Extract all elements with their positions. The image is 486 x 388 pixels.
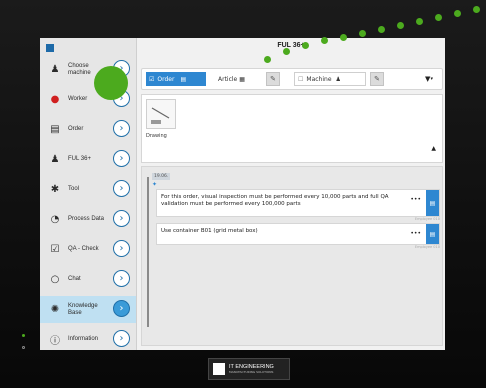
sidebar-item-label: Worker bbox=[68, 96, 88, 102]
brand-logo: IT ENGINEERING MANUFACTURING SOLUTIONS bbox=[208, 358, 290, 380]
edit-icon: ✎ bbox=[270, 75, 276, 83]
sidebar-item-knowledge-base[interactable]: ✺ Knowledge Base › bbox=[40, 296, 136, 323]
note-text: Use container B01 (grid metal box) bbox=[161, 228, 258, 234]
touch-trail-dot bbox=[321, 37, 328, 44]
sidebar-item-information[interactable]: ⓘ Information › bbox=[40, 326, 136, 350]
article-icon: ▦ bbox=[239, 75, 245, 83]
sidebar-item-qa-check[interactable]: ☑ QA - Check › bbox=[40, 236, 136, 263]
sidebar-item-label: Information bbox=[68, 336, 99, 342]
sidebar-item-chat[interactable]: ○ Chat › bbox=[40, 266, 136, 293]
power-led bbox=[22, 334, 25, 337]
filter-toolbar: ☑ Order ▤ Article ▦ ✎ ☐ Machine ♟ ✎ ▼ ▾ bbox=[141, 68, 443, 90]
checkbox-icon: ☐ bbox=[298, 75, 304, 83]
touch-trail-dot bbox=[264, 56, 271, 63]
notes-panel: 19.06. ✦ For this order, visual inspecti… bbox=[141, 166, 443, 346]
dial-icon: ◔ bbox=[50, 214, 60, 225]
sidebar-item-ful36[interactable]: ♟ FUL 36+ › bbox=[40, 146, 136, 173]
machine-edit-button[interactable]: ✎ bbox=[370, 72, 384, 86]
sidebar-item-process-data[interactable]: ◔ Process Data › bbox=[40, 206, 136, 233]
main-content: FUL 36+ ☑ Order ▤ Article ▦ ✎ ☐ Machine … bbox=[137, 38, 445, 350]
chevron-right-icon[interactable]: › bbox=[113, 240, 130, 257]
touch-trail-dot bbox=[473, 6, 480, 13]
touch-trail-dot bbox=[397, 22, 404, 29]
bulb-icon: ✺ bbox=[50, 304, 60, 315]
panel-device: ♟ Choose machine › ● Worker › ▤ Order › … bbox=[0, 0, 486, 388]
touch-trail-dot bbox=[435, 14, 442, 21]
chevron-down-icon: ▾ bbox=[430, 76, 433, 82]
chevron-right-icon[interactable]: › bbox=[113, 300, 130, 317]
sidebar-item-label: FUL 36+ bbox=[68, 156, 91, 162]
brand-tagline: MANUFACTURING SOLUTIONS bbox=[229, 370, 274, 374]
drawing-preview-icon bbox=[151, 107, 170, 124]
chevron-right-icon[interactable]: › bbox=[113, 150, 130, 167]
gear-icon: ✱ bbox=[50, 184, 60, 195]
brand-mark-icon bbox=[213, 363, 225, 375]
touch-trail-dot bbox=[416, 18, 423, 25]
note-card[interactable]: Use container B01 (grid metal box) ••• ▤ bbox=[156, 223, 440, 245]
article-filter-label: Article bbox=[218, 75, 238, 83]
more-options-icon[interactable]: ••• bbox=[410, 230, 421, 237]
chevron-right-icon[interactable]: › bbox=[113, 180, 130, 197]
touch-trail-dot bbox=[283, 48, 290, 55]
touch-trail-dot bbox=[340, 34, 347, 41]
chat-icon: ○ bbox=[50, 274, 60, 285]
chevron-right-icon[interactable]: › bbox=[113, 330, 130, 347]
status-led bbox=[22, 346, 25, 349]
order-filter-label: Order bbox=[157, 75, 175, 83]
note-card[interactable]: For this order, visual inspection must b… bbox=[156, 189, 440, 217]
machine-filter-button[interactable]: ☐ Machine ♟ bbox=[294, 72, 366, 86]
touch-trail-dot bbox=[302, 42, 309, 49]
chevron-right-icon[interactable]: › bbox=[113, 210, 130, 227]
sidebar-item-label: Chat bbox=[68, 276, 81, 282]
article-filter-button[interactable]: Article ▦ bbox=[218, 72, 245, 86]
drawing-thumbnail[interactable] bbox=[146, 99, 176, 129]
sidebar-item-label: QA - Check bbox=[68, 246, 99, 252]
order-icon: ▤ bbox=[180, 75, 187, 83]
edit-icon: ✎ bbox=[374, 75, 380, 83]
machine-filter-label: Machine bbox=[306, 75, 332, 83]
checklist-icon: ☑ bbox=[50, 244, 60, 255]
sidebar-item-order[interactable]: ▤ Order › bbox=[40, 116, 136, 143]
document-icon: ▤ bbox=[429, 199, 436, 207]
order-filter-button[interactable]: ☑ Order ▤ bbox=[146, 72, 206, 86]
touch-trail-dot bbox=[454, 10, 461, 17]
sidebar-item-label: Process Data bbox=[68, 216, 105, 222]
note-author: Employee 010 bbox=[414, 217, 440, 221]
pin-icon: ✦ bbox=[152, 181, 158, 188]
machine-icon: ♟ bbox=[335, 75, 341, 83]
drawing-panel: Drawing ▲ bbox=[141, 94, 443, 163]
chevron-right-icon[interactable]: › bbox=[113, 270, 130, 287]
article-edit-button[interactable]: ✎ bbox=[266, 72, 280, 86]
worker-icon: ● bbox=[50, 94, 60, 105]
machine-icon: ♟ bbox=[50, 64, 60, 75]
touch-trail-dot bbox=[359, 30, 366, 37]
filter-dropdown[interactable]: ▼ ▾ bbox=[420, 72, 438, 86]
sidebar-item-tool[interactable]: ✱ Tool › bbox=[40, 176, 136, 203]
note-author: Employee 010 bbox=[414, 245, 440, 249]
document-icon: ▤ bbox=[429, 230, 436, 238]
order-icon: ▤ bbox=[50, 124, 60, 135]
app-logo-icon bbox=[46, 44, 54, 52]
checkbox-icon: ☑ bbox=[149, 75, 155, 83]
timeline-bar bbox=[147, 177, 149, 327]
machine-icon: ♟ bbox=[50, 154, 60, 165]
page-title: FUL 36+ bbox=[277, 42, 305, 49]
chevron-right-icon[interactable]: › bbox=[113, 120, 130, 137]
touch-trail-dot bbox=[378, 26, 385, 33]
note-side-button[interactable]: ▤ bbox=[426, 190, 439, 216]
drawing-label: Drawing bbox=[146, 133, 167, 139]
sidebar-item-label: Order bbox=[68, 126, 84, 132]
sidebar-item-label: Tool bbox=[68, 186, 80, 192]
note-side-button[interactable]: ▤ bbox=[426, 224, 439, 244]
collapse-icon[interactable]: ▲ bbox=[431, 145, 436, 152]
brand-text-block: IT ENGINEERING MANUFACTURING SOLUTIONS bbox=[225, 364, 274, 374]
timeline-date: 19.06. bbox=[152, 173, 171, 180]
note-text: For this order, visual inspection must b… bbox=[161, 194, 389, 207]
touch-indicator bbox=[94, 66, 128, 100]
sidebar-item-label: Knowledge Base bbox=[68, 302, 98, 316]
info-icon: ⓘ bbox=[50, 336, 60, 347]
more-options-icon[interactable]: ••• bbox=[410, 196, 421, 203]
